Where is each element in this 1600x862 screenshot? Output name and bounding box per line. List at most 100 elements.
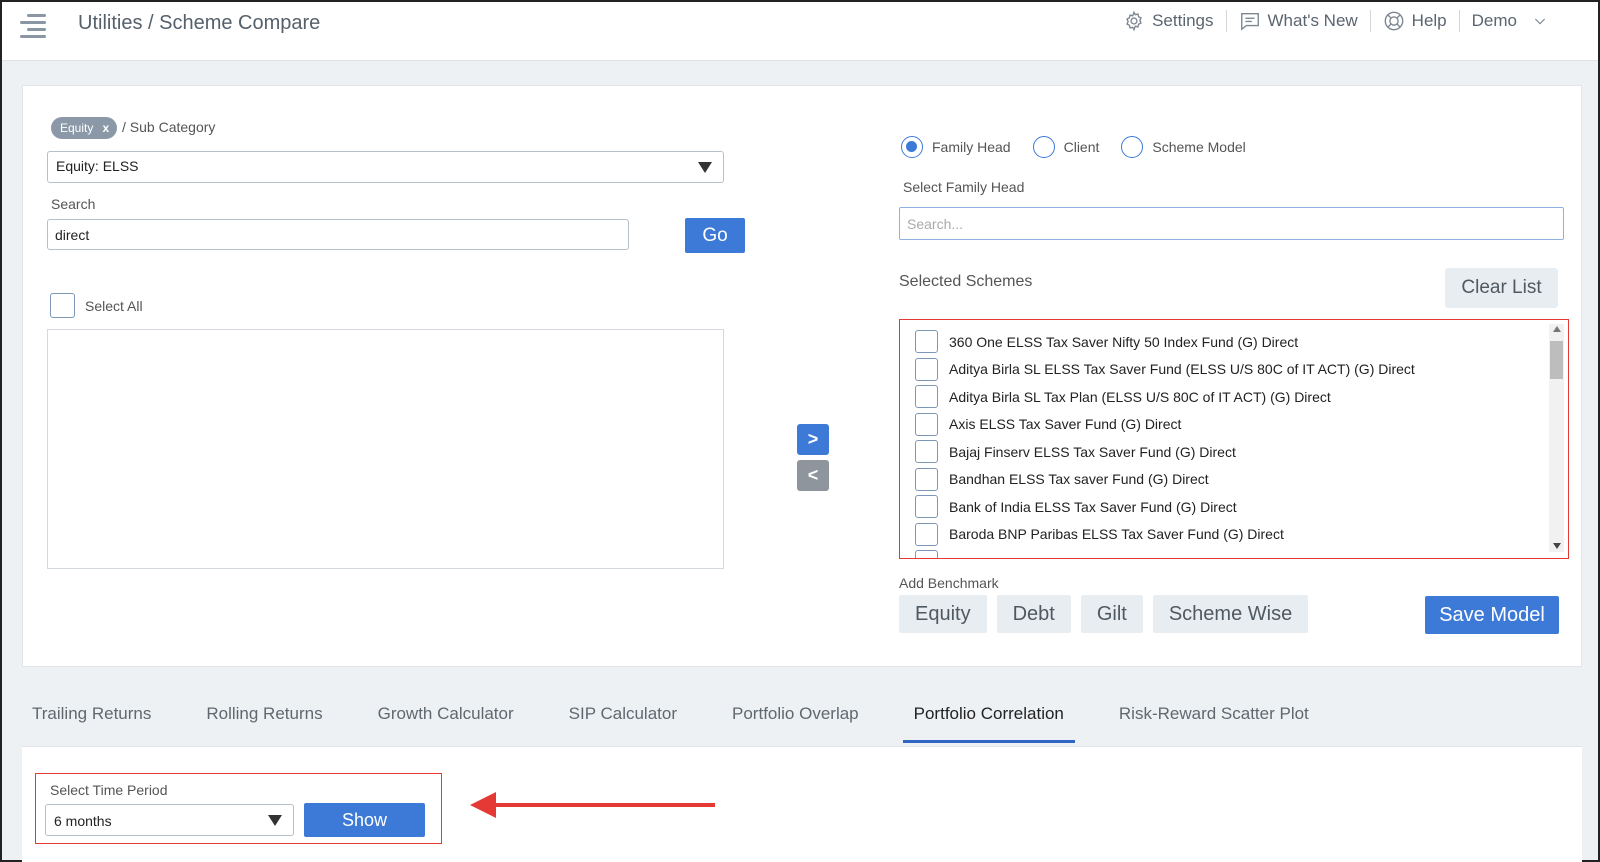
scroll-down-icon[interactable] <box>1553 543 1561 549</box>
family-head-search-input[interactable] <box>899 207 1564 240</box>
family-head-label: Select Family Head <box>903 179 1025 195</box>
radio-label: Scheme Model <box>1152 139 1246 155</box>
scheme-name: Aditya Birla SL ELSS Tax Saver Fund (ELS… <box>949 361 1415 378</box>
dropdown-caret-icon <box>698 162 712 173</box>
radio-scheme-model[interactable]: Scheme Model <box>1121 136 1246 158</box>
scroll-thumb[interactable] <box>1550 341 1563 379</box>
benchmark-buttons: Equity Debt Gilt Scheme Wise <box>899 595 1309 633</box>
list-item[interactable]: 360 One ELSS Tax Saver Nifty 50 Index Fu… <box>915 328 1535 356</box>
list-item[interactable]: Bank of India ELSS Tax Saver Fund (G) Di… <box>915 493 1535 521</box>
whats-new-label: What's New <box>1267 11 1358 30</box>
list-item[interactable]: Bandhan ELSS Tax saver Fund (G) Direct <box>915 466 1535 494</box>
benchmark-debt-button[interactable]: Debt <box>996 595 1071 633</box>
list-item[interactable]: Axis ELSS Tax Saver Fund (G) Direct <box>915 411 1535 439</box>
benchmark-scheme-wise-button[interactable]: Scheme Wise <box>1152 595 1309 633</box>
scroll-up-icon[interactable] <box>1553 326 1561 332</box>
tab-trailing-returns[interactable]: Trailing Returns <box>32 704 151 743</box>
radio-client[interactable]: Client <box>1032 136 1099 158</box>
save-model-button[interactable]: Save Model <box>1425 596 1559 634</box>
time-period-section: Select Time Period 6 months Show <box>35 773 442 844</box>
scrollbar[interactable] <box>1549 324 1564 552</box>
list-item-partial[interactable] <box>915 548 1535 558</box>
select-all-checkbox[interactable] <box>50 293 75 318</box>
scheme-name: Axis ELSS Tax Saver Fund (G) Direct <box>949 416 1182 433</box>
go-button[interactable]: Go <box>685 218 745 253</box>
selection-type-radios: Family Head Client Scheme Model <box>901 136 1246 158</box>
time-period-value: 6 months <box>54 813 112 829</box>
scheme-selection-panel: Equity x / Sub Category Equity: ELSS Sea… <box>22 85 1582 667</box>
scheme-checkbox[interactable] <box>915 330 938 354</box>
scheme-name: 360 One ELSS Tax Saver Nifty 50 Index Fu… <box>949 333 1299 350</box>
list-item[interactable]: Bajaj Finserv ELSS Tax Saver Fund (G) Di… <box>915 438 1535 466</box>
add-scheme-button[interactable]: > <box>797 424 829 455</box>
correlation-panel: Select Time Period 6 months Show <box>22 746 1582 862</box>
scheme-checkbox[interactable] <box>915 522 938 546</box>
chevron-down-icon <box>1534 18 1546 25</box>
scheme-checkbox[interactable] <box>915 440 938 464</box>
settings-link[interactable]: Settings <box>1111 10 1225 32</box>
subcategory-select[interactable]: Equity: ELSS <box>47 151 724 183</box>
selected-schemes-list[interactable]: 360 One ELSS Tax Saver Nifty 50 Index Fu… <box>899 319 1569 559</box>
tab-portfolio-overlap[interactable]: Portfolio Overlap <box>732 704 859 743</box>
scheme-checkbox[interactable] <box>915 412 938 436</box>
top-navigation-bar: Utilities / Scheme Compare Settings What… <box>2 2 1598 61</box>
scheme-checkbox[interactable] <box>915 385 938 409</box>
radio-family-head[interactable]: Family Head <box>901 136 1011 158</box>
time-period-select[interactable]: 6 months <box>45 804 294 836</box>
scheme-checkbox[interactable] <box>915 550 938 558</box>
help-link[interactable]: Help <box>1369 10 1459 32</box>
benchmark-gilt-button[interactable]: Gilt <box>1080 595 1143 633</box>
available-schemes-list[interactable] <box>47 329 724 569</box>
scheme-name: Bandhan ELSS Tax saver Fund (G) Direct <box>949 471 1209 488</box>
scheme-checkbox[interactable] <box>915 357 938 381</box>
user-name: Demo <box>1471 11 1517 30</box>
radio-button[interactable] <box>1032 136 1055 158</box>
tab-sip-calculator[interactable]: SIP Calculator <box>569 704 677 743</box>
annotation-arrow-icon <box>470 792 715 818</box>
subcategory-value: Equity: ELSS <box>56 158 139 174</box>
settings-label: Settings <box>1152 11 1214 30</box>
tools-tabs: Trailing Returns Rolling Returns Growth … <box>32 704 1309 743</box>
scheme-list: 360 One ELSS Tax Saver Nifty 50 Index Fu… <box>915 328 1535 558</box>
benchmark-equity-button[interactable]: Equity <box>899 595 987 633</box>
radio-button[interactable] <box>1121 136 1144 158</box>
selected-schemes-label: Selected Schemes <box>899 273 1033 290</box>
app-window: Utilities / Scheme Compare Settings What… <box>0 0 1600 862</box>
scheme-name: Bank of India ELSS Tax Saver Fund (G) Di… <box>949 498 1237 515</box>
help-label: Help <box>1411 11 1447 30</box>
select-all[interactable]: Select All <box>50 293 143 318</box>
hamburger-menu-icon[interactable] <box>20 14 46 38</box>
radio-button-checked[interactable] <box>901 136 923 158</box>
show-button[interactable]: Show <box>304 803 425 837</box>
time-period-label: Select Time Period <box>50 782 168 798</box>
category-chip: Equity x <box>51 117 118 139</box>
scheme-name: Baroda BNP Paribas ELSS Tax Saver Fund (… <box>949 526 1284 543</box>
list-item[interactable]: Aditya Birla SL Tax Plan (ELSS U/S 80C o… <box>915 383 1535 411</box>
scheme-name: Bajaj Finserv ELSS Tax Saver Fund (G) Di… <box>949 443 1236 460</box>
add-benchmark-label: Add Benchmark <box>899 575 999 591</box>
message-icon <box>1240 12 1259 31</box>
scheme-checkbox[interactable] <box>915 495 938 519</box>
gear-icon <box>1126 10 1142 32</box>
search-label: Search <box>51 196 96 212</box>
category-chip-label: Equity <box>60 121 94 135</box>
tab-risk-reward-scatter-plot[interactable]: Risk-Reward Scatter Plot <box>1119 704 1309 743</box>
list-item[interactable]: Aditya Birla SL ELSS Tax Saver Fund (ELS… <box>915 356 1535 384</box>
tab-growth-calculator[interactable]: Growth Calculator <box>378 704 514 743</box>
select-all-label: Select All <box>85 297 143 314</box>
clear-list-button[interactable]: Clear List <box>1445 268 1558 308</box>
whats-new-link[interactable]: What's New <box>1225 10 1370 32</box>
tab-portfolio-correlation[interactable]: Portfolio Correlation <box>902 704 1075 743</box>
chip-close-icon[interactable]: x <box>99 121 112 135</box>
remove-scheme-button[interactable]: < <box>797 460 829 491</box>
top-actions: Settings What's New Help Demo <box>1111 10 1560 32</box>
scheme-name: Aditya Birla SL Tax Plan (ELSS U/S 80C o… <box>949 388 1331 405</box>
scheme-checkbox[interactable] <box>915 467 938 491</box>
help-ring-icon <box>1384 11 1404 31</box>
search-input[interactable] <box>47 219 629 250</box>
breadcrumb: Utilities / Scheme Compare <box>78 12 321 34</box>
dropdown-caret-icon <box>268 815 282 826</box>
tab-rolling-returns[interactable]: Rolling Returns <box>206 704 322 743</box>
user-menu[interactable]: Demo <box>1458 10 1560 32</box>
list-item[interactable]: Baroda BNP Paribas ELSS Tax Saver Fund (… <box>915 521 1535 549</box>
